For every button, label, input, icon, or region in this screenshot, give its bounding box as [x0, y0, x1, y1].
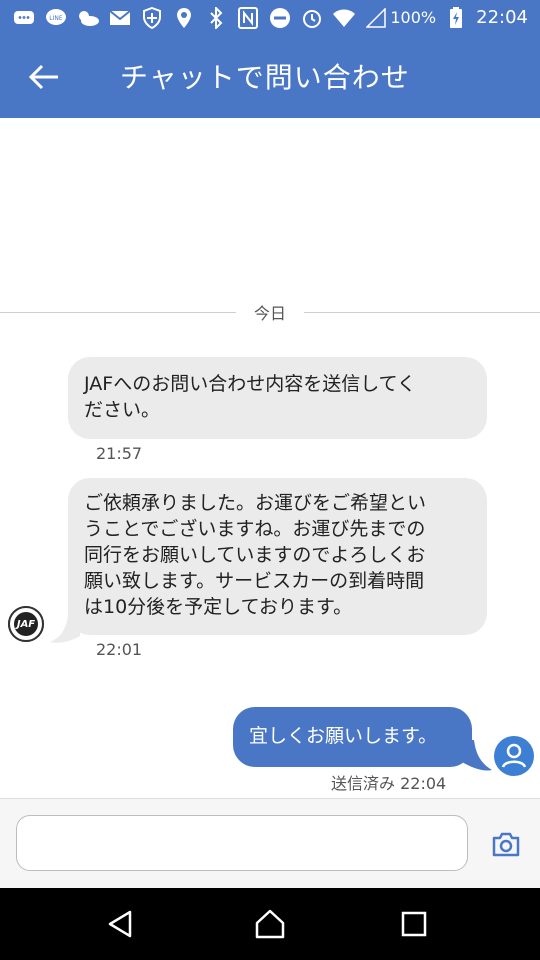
wifi-icon: [332, 6, 356, 30]
incoming-message: ご依頼承りました。お運びをご希望とい うことでございますね。お運び先までの 同行…: [68, 478, 487, 635]
triangle-back-icon: [108, 910, 132, 938]
message-text: 宜しくお願いします。: [249, 725, 438, 747]
notification-icons: LINE: [12, 6, 388, 30]
nav-back-button[interactable]: [100, 904, 140, 944]
date-separator: 今日: [0, 296, 540, 328]
bot-logo-text: JAF: [16, 618, 36, 630]
bot-avatar: JAF: [8, 606, 44, 642]
message-line: 願い致します。サービスカーの到着時間: [84, 570, 425, 592]
divider: [304, 312, 540, 313]
arrow-left-icon: [28, 64, 58, 90]
svg-text:LINE: LINE: [49, 15, 63, 22]
nfc-icon: [236, 6, 260, 30]
message-input[interactable]: [16, 815, 468, 871]
line-icon: LINE: [44, 6, 68, 30]
user-avatar: [494, 736, 534, 776]
message-line: うことでございますね。お運び先までの: [84, 518, 426, 540]
message-time: 22:01: [96, 640, 143, 659]
message-line: JAFへのお問い合わせ内容を送信してく: [84, 373, 417, 395]
weather-icon: [76, 6, 100, 30]
shield-icon: [140, 6, 164, 30]
home-icon: [255, 909, 285, 939]
clock: 22:04: [476, 7, 528, 28]
message-line: は10分後を予定しております。: [84, 596, 353, 618]
battery-percent: 100%: [390, 8, 437, 27]
message-time: 21:57: [96, 444, 143, 463]
message-line: 同行をお願いしていますのでよろしくお: [84, 544, 426, 566]
location-icon: [172, 6, 196, 30]
do-not-disturb-icon: [268, 6, 292, 30]
chat-bubble-icon: [12, 6, 36, 30]
user-icon: [495, 737, 533, 775]
message-status: 送信済み 22:04: [331, 774, 447, 793]
camera-button[interactable]: [486, 825, 526, 865]
camera-icon: [492, 832, 520, 857]
outgoing-message: 宜しくお願いします。: [233, 707, 472, 767]
alarm-icon: [300, 6, 324, 30]
message-line: ださい。: [84, 399, 161, 421]
square-recents-icon: [401, 911, 427, 937]
signal-icon: [364, 6, 388, 30]
composer: [0, 798, 540, 889]
date-label: 今日: [253, 304, 286, 323]
nav-recents-button[interactable]: [394, 904, 434, 944]
navigation-bar: [0, 888, 540, 960]
battery-charging-icon: [444, 6, 468, 30]
nav-home-button[interactable]: [250, 904, 290, 944]
bluetooth-icon: [204, 6, 228, 30]
incoming-message: JAFへのお問い合わせ内容を送信してく ださい。: [68, 357, 487, 439]
divider: [0, 312, 236, 313]
message-line: ご依頼承りました。お運びをご希望とい: [84, 492, 427, 514]
status-bar: LINE 100% 22:04: [0, 0, 540, 36]
back-button[interactable]: [24, 57, 64, 97]
app-bar: チャットで問い合わせ: [0, 36, 540, 118]
page-title: チャットで問い合わせ: [120, 61, 410, 94]
mail-icon: [108, 6, 132, 30]
status-right: 100% 22:04: [390, 6, 528, 30]
